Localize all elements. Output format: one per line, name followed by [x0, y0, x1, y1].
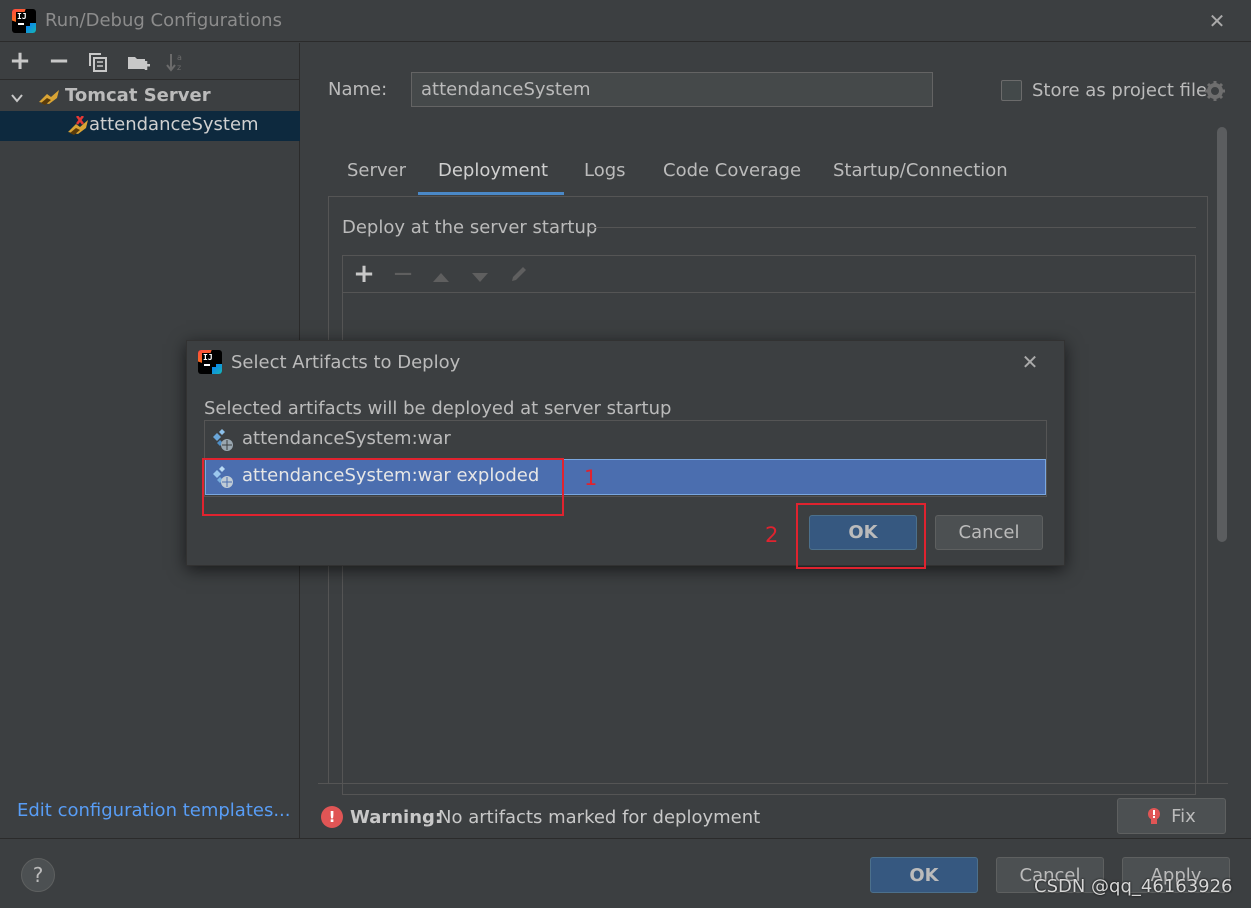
tab-logs[interactable]: Logs [584, 160, 626, 181]
add-config-icon[interactable]: + [8, 46, 32, 76]
csdn-watermark: CSDN @qq_46163926 [1034, 876, 1233, 897]
tree-item-attendance-system[interactable]: attendanceSystem [0, 111, 300, 141]
tomcat-config-icon [66, 115, 90, 135]
scrollbar-thumb[interactable] [1217, 127, 1227, 542]
edit-templates-link[interactable]: Edit configuration templates... [17, 800, 291, 821]
warning-text: No artifacts marked for deployment [438, 807, 761, 828]
tree-toolbar: + − az [0, 43, 300, 80]
new-folder-icon[interactable] [127, 53, 151, 73]
gear-icon[interactable] [1204, 80, 1226, 102]
tree-item-label: attendanceSystem [89, 114, 259, 135]
annotation-label-1: 1 [584, 466, 598, 490]
dialog-title: Select Artifacts to Deploy [231, 352, 461, 373]
warning-divider [318, 783, 1228, 784]
store-project-label: Store as project file [1032, 80, 1208, 101]
artifact-item-war[interactable]: attendanceSystem:war [205, 421, 1046, 458]
remove-config-icon[interactable]: − [47, 46, 71, 76]
warning-bold: Warning: [350, 807, 443, 828]
edit-pencil-icon[interactable] [509, 264, 529, 284]
fix-label: Fix [1171, 805, 1196, 827]
annotation-box-1 [202, 458, 564, 516]
fix-button[interactable]: Fix [1117, 798, 1226, 834]
name-label: Name: [328, 79, 388, 100]
window-close-icon[interactable]: ✕ [1204, 8, 1230, 34]
artifact-web-icon [211, 429, 233, 451]
annotation-box-2 [796, 503, 926, 569]
warning-icon: ! [321, 806, 343, 828]
move-up-icon[interactable] [431, 268, 451, 282]
deploy-section-label: Deploy at the server startup [342, 217, 598, 238]
tomcat-icon [37, 88, 61, 106]
chevron-down-icon[interactable] [10, 89, 24, 103]
tree-group-tomcat[interactable]: Tomcat Server [0, 83, 300, 111]
dialog-close-icon[interactable]: ✕ [1017, 349, 1043, 375]
footer-divider [0, 838, 1251, 839]
tab-server[interactable]: Server [347, 160, 406, 181]
sort-icon[interactable]: az [165, 51, 187, 73]
section-divider [591, 227, 1196, 228]
deploy-toolbar: + − [343, 256, 1195, 293]
svg-text:a: a [177, 53, 182, 62]
intellij-logo-icon: IJ [198, 350, 222, 374]
window-title: Run/Debug Configurations [45, 10, 282, 31]
help-button[interactable]: ? [21, 858, 55, 892]
tab-code-coverage[interactable]: Code Coverage [663, 160, 801, 181]
annotation-label-2: 2 [765, 523, 779, 547]
store-project-checkbox[interactable] [1001, 80, 1022, 101]
tab-startup-connection[interactable]: Startup/Connection [833, 160, 1008, 181]
name-field[interactable]: attendanceSystem [411, 72, 933, 107]
move-down-icon[interactable] [470, 268, 490, 282]
select-artifacts-dialog: IJ Select Artifacts to Deploy ✕ Selected… [186, 340, 1065, 566]
add-artifact-icon[interactable]: + [352, 259, 376, 289]
tree-group-label: Tomcat Server [65, 85, 211, 106]
bulb-error-icon [1147, 807, 1161, 825]
tab-deployment[interactable]: Deployment [438, 160, 548, 181]
dialog-subtitle: Selected artifacts will be deployed at s… [204, 398, 672, 419]
remove-artifact-icon[interactable]: − [391, 259, 415, 289]
title-bar: IJ Run/Debug Configurations ✕ [0, 0, 1251, 42]
active-tab-indicator [418, 192, 564, 195]
intellij-logo-icon: IJ [12, 9, 36, 33]
artifact-label: attendanceSystem:war [242, 428, 451, 449]
svg-text:z: z [177, 63, 181, 72]
dialog-cancel-button[interactable]: Cancel [935, 515, 1043, 550]
copy-config-icon[interactable] [88, 52, 108, 72]
ok-button[interactable]: OK [870, 857, 978, 893]
